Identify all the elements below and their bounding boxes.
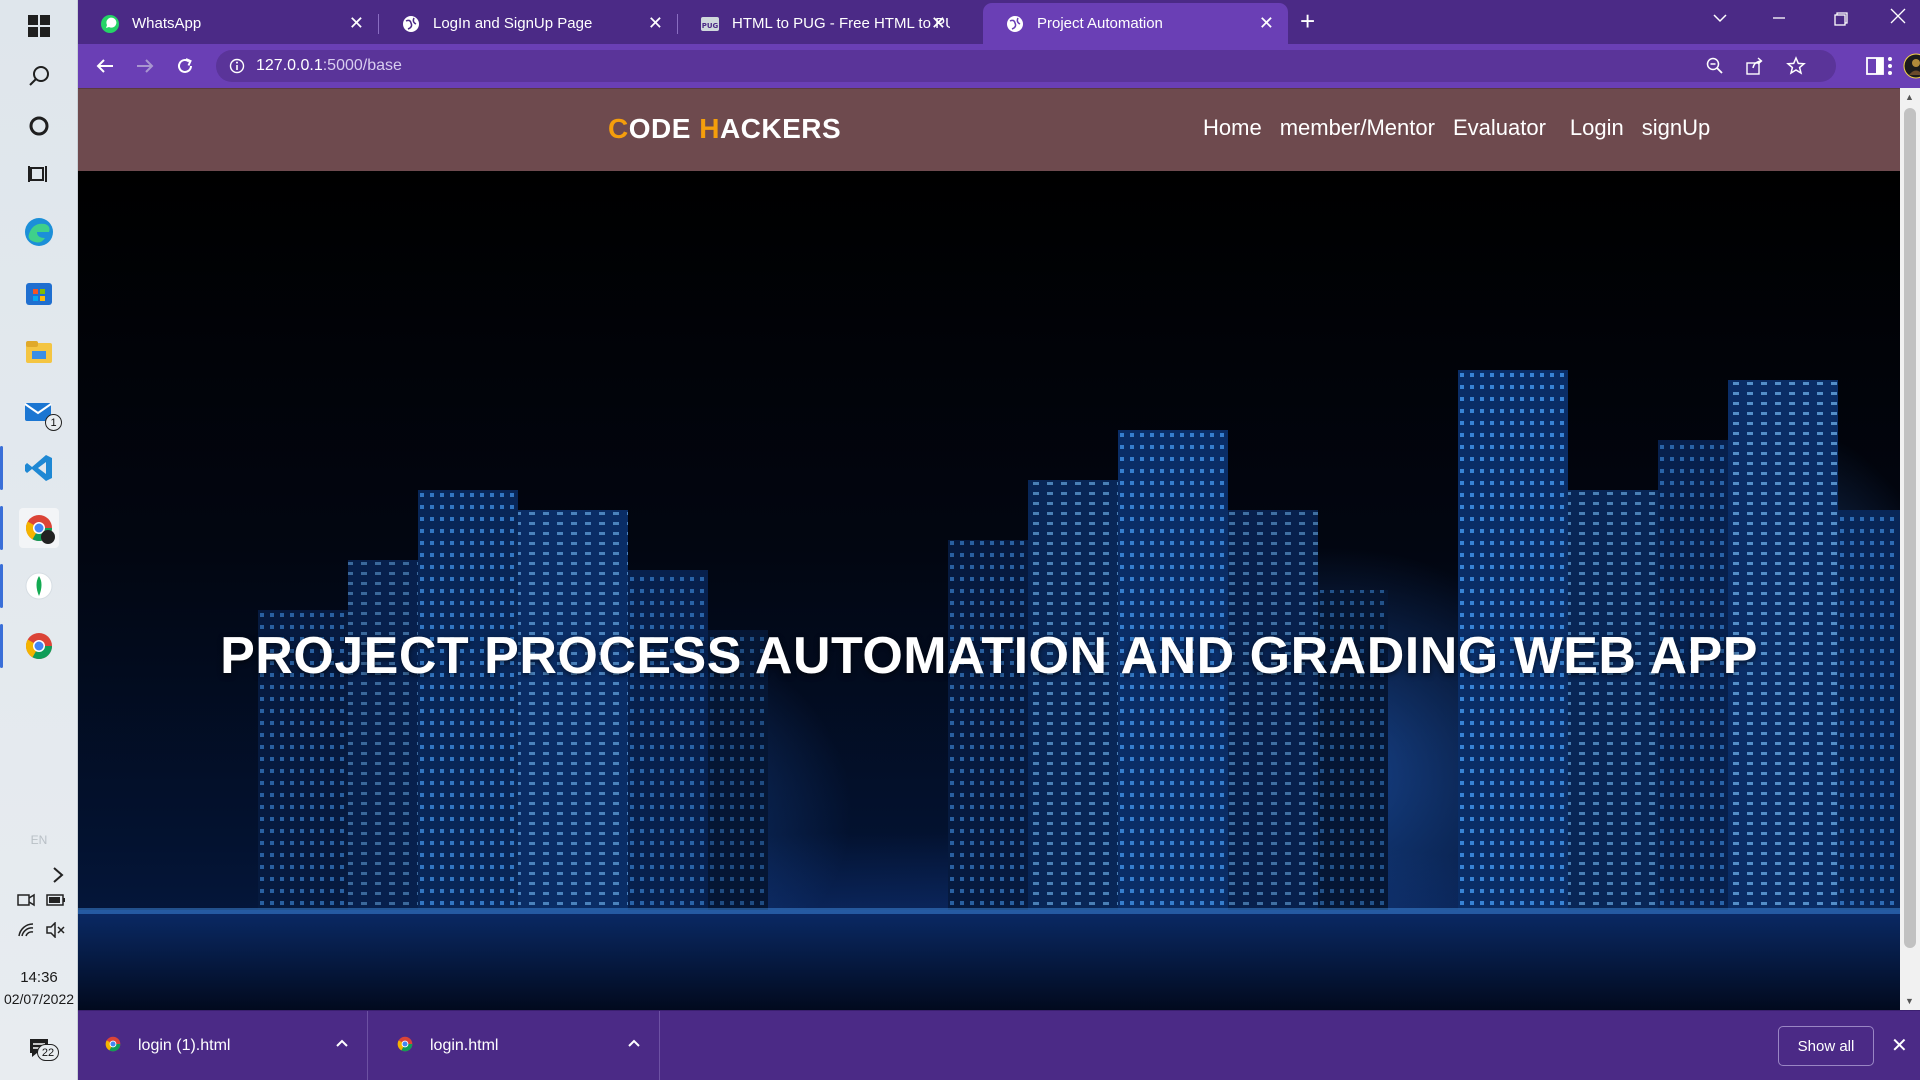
url-path: :5000/base [322,57,402,74]
active-app-indicator [0,624,3,668]
close-shelf-icon[interactable]: ✕ [1891,1033,1908,1058]
cortana-icon[interactable] [19,106,59,146]
task-view-icon[interactable] [19,154,59,194]
mail-badge: 1 [45,414,62,431]
show-all-downloads-button[interactable]: Show all [1778,1026,1874,1066]
reload-icon[interactable] [172,53,198,79]
nav-links: Home member/Mentor Evaluator Login signU… [1203,115,1710,141]
brand-letter-h: H [699,113,720,144]
close-tab-icon[interactable]: ✕ [1259,14,1274,32]
whatsapp-icon [100,14,120,34]
meet-now-icon[interactable] [14,888,38,912]
language-indicator[interactable]: EN [0,833,78,847]
tab-title: Project Automation [1037,15,1163,32]
minimize-icon[interactable] [1772,6,1786,31]
tab-login-signup[interactable]: LogIn and SignUp Page ✕ [379,3,677,44]
globe-icon [1005,14,1025,34]
url-host: 127.0.0.1 [256,57,323,74]
brand-letter-c: C [608,113,629,144]
pug-icon: PUG [700,14,720,34]
chrome-file-icon [396,1035,414,1058]
web-page: CODE HACKERS Home member/Mentor Evaluato… [78,88,1900,1010]
hero-banner: PROJECT PROCESS AUTOMATION AND GRADING W… [78,171,1900,1010]
scroll-up-icon[interactable]: ▲ [1905,92,1914,102]
download-filename: login (1).html [138,1037,231,1054]
chevron-up-icon[interactable] [627,1035,641,1053]
close-tab-icon[interactable]: ✕ [931,14,946,32]
windows-start-icon[interactable] [19,6,59,46]
microsoft-store-icon[interactable] [19,272,59,312]
chrome-icon[interactable] [19,626,59,666]
site-navbar: CODE HACKERS Home member/Mentor Evaluato… [78,88,1900,171]
browser-chrome: WhatsApp ✕ LogIn and SignUp Page ✕ PUG H… [78,0,1920,88]
tab-title: LogIn and SignUp Page [433,15,593,32]
globe-icon [401,14,421,34]
address-bar[interactable]: 127.0.0.1:5000/base [216,50,1836,82]
close-tab-icon[interactable]: ✕ [349,14,364,32]
restore-icon[interactable] [1834,10,1848,31]
mongodb-icon[interactable] [19,566,59,606]
nav-link-signup[interactable]: signUp [1642,115,1710,141]
close-window-icon[interactable] [1890,8,1906,29]
tab-search-icon[interactable] [1712,8,1728,29]
windows-taskbar: 1 EN 14:36 02/07/2022 22 [0,0,78,1080]
clock-time[interactable]: 14:36 [0,969,78,986]
svg-text:PUG: PUG [702,22,719,30]
nav-link-login[interactable]: Login [1570,115,1624,141]
active-app-indicator [0,564,3,608]
chrome-file-icon [104,1035,122,1058]
profile-avatar[interactable] [1902,52,1920,80]
brand-text-ode: ODE [628,113,700,144]
scrollbar-thumb[interactable] [1904,108,1916,948]
new-tab-icon[interactable]: + [1300,8,1315,34]
tab-title: WhatsApp [132,15,202,32]
zoom-icon[interactable] [1706,57,1724,80]
download-filename: login.html [430,1037,499,1054]
clock-date[interactable]: 02/07/2022 [0,991,78,1007]
download-item[interactable]: login (1).html [78,1011,368,1080]
site-info-icon[interactable] [229,58,245,79]
scroll-down-icon[interactable]: ▼ [1905,996,1914,1006]
wifi-icon[interactable] [14,918,38,942]
chevron-up-icon[interactable] [335,1035,349,1053]
share-icon[interactable] [1746,57,1764,80]
chrome-profile-icon[interactable] [19,508,59,548]
edge-browser-icon[interactable] [19,212,59,252]
search-icon[interactable] [19,56,59,96]
download-shelf: login (1).html login.html Show all ✕ [78,1010,1920,1080]
active-app-indicator [0,446,3,490]
active-app-indicator [0,506,3,550]
volume-muted-icon[interactable] [44,918,68,942]
file-explorer-icon[interactable] [19,332,59,372]
brand-logo[interactable]: CODE HACKERS [608,113,841,145]
download-item[interactable]: login.html [370,1011,660,1080]
hero-title: PROJECT PROCESS AUTOMATION AND GRADING W… [220,627,1758,685]
nav-link-evaluator[interactable]: Evaluator [1453,115,1546,141]
battery-icon[interactable] [44,888,68,912]
notifications-badge: 22 [37,1044,59,1061]
close-tab-icon[interactable]: ✕ [648,14,663,32]
tab-project-automation[interactable]: Project Automation ✕ [983,3,1288,44]
tab-whatsapp[interactable]: WhatsApp ✕ [78,3,378,44]
browser-menu-icon[interactable] [1883,53,1897,79]
vscode-icon[interactable] [19,448,59,488]
url-text[interactable]: 127.0.0.1:5000/base [256,57,402,75]
forward-icon[interactable] [132,53,158,79]
nav-link-home[interactable]: Home [1203,115,1262,141]
back-icon[interactable] [92,53,118,79]
tab-title: HTML to PUG - Free HTML to PUG [732,15,950,32]
nav-link-member-mentor[interactable]: member/Mentor [1280,115,1435,141]
bookmark-star-icon[interactable] [1786,56,1806,81]
tab-strip: WhatsApp ✕ LogIn and SignUp Page ✕ PUG H… [78,0,1920,44]
brand-text-ackers: ACKERS [719,113,842,144]
browser-toolbar: 127.0.0.1:5000/base [78,44,1920,88]
page-scrollbar[interactable]: ▲ ▼ [1900,88,1920,1010]
tab-html-to-pug[interactable]: PUG HTML to PUG - Free HTML to PUG ✕ [678,3,960,44]
